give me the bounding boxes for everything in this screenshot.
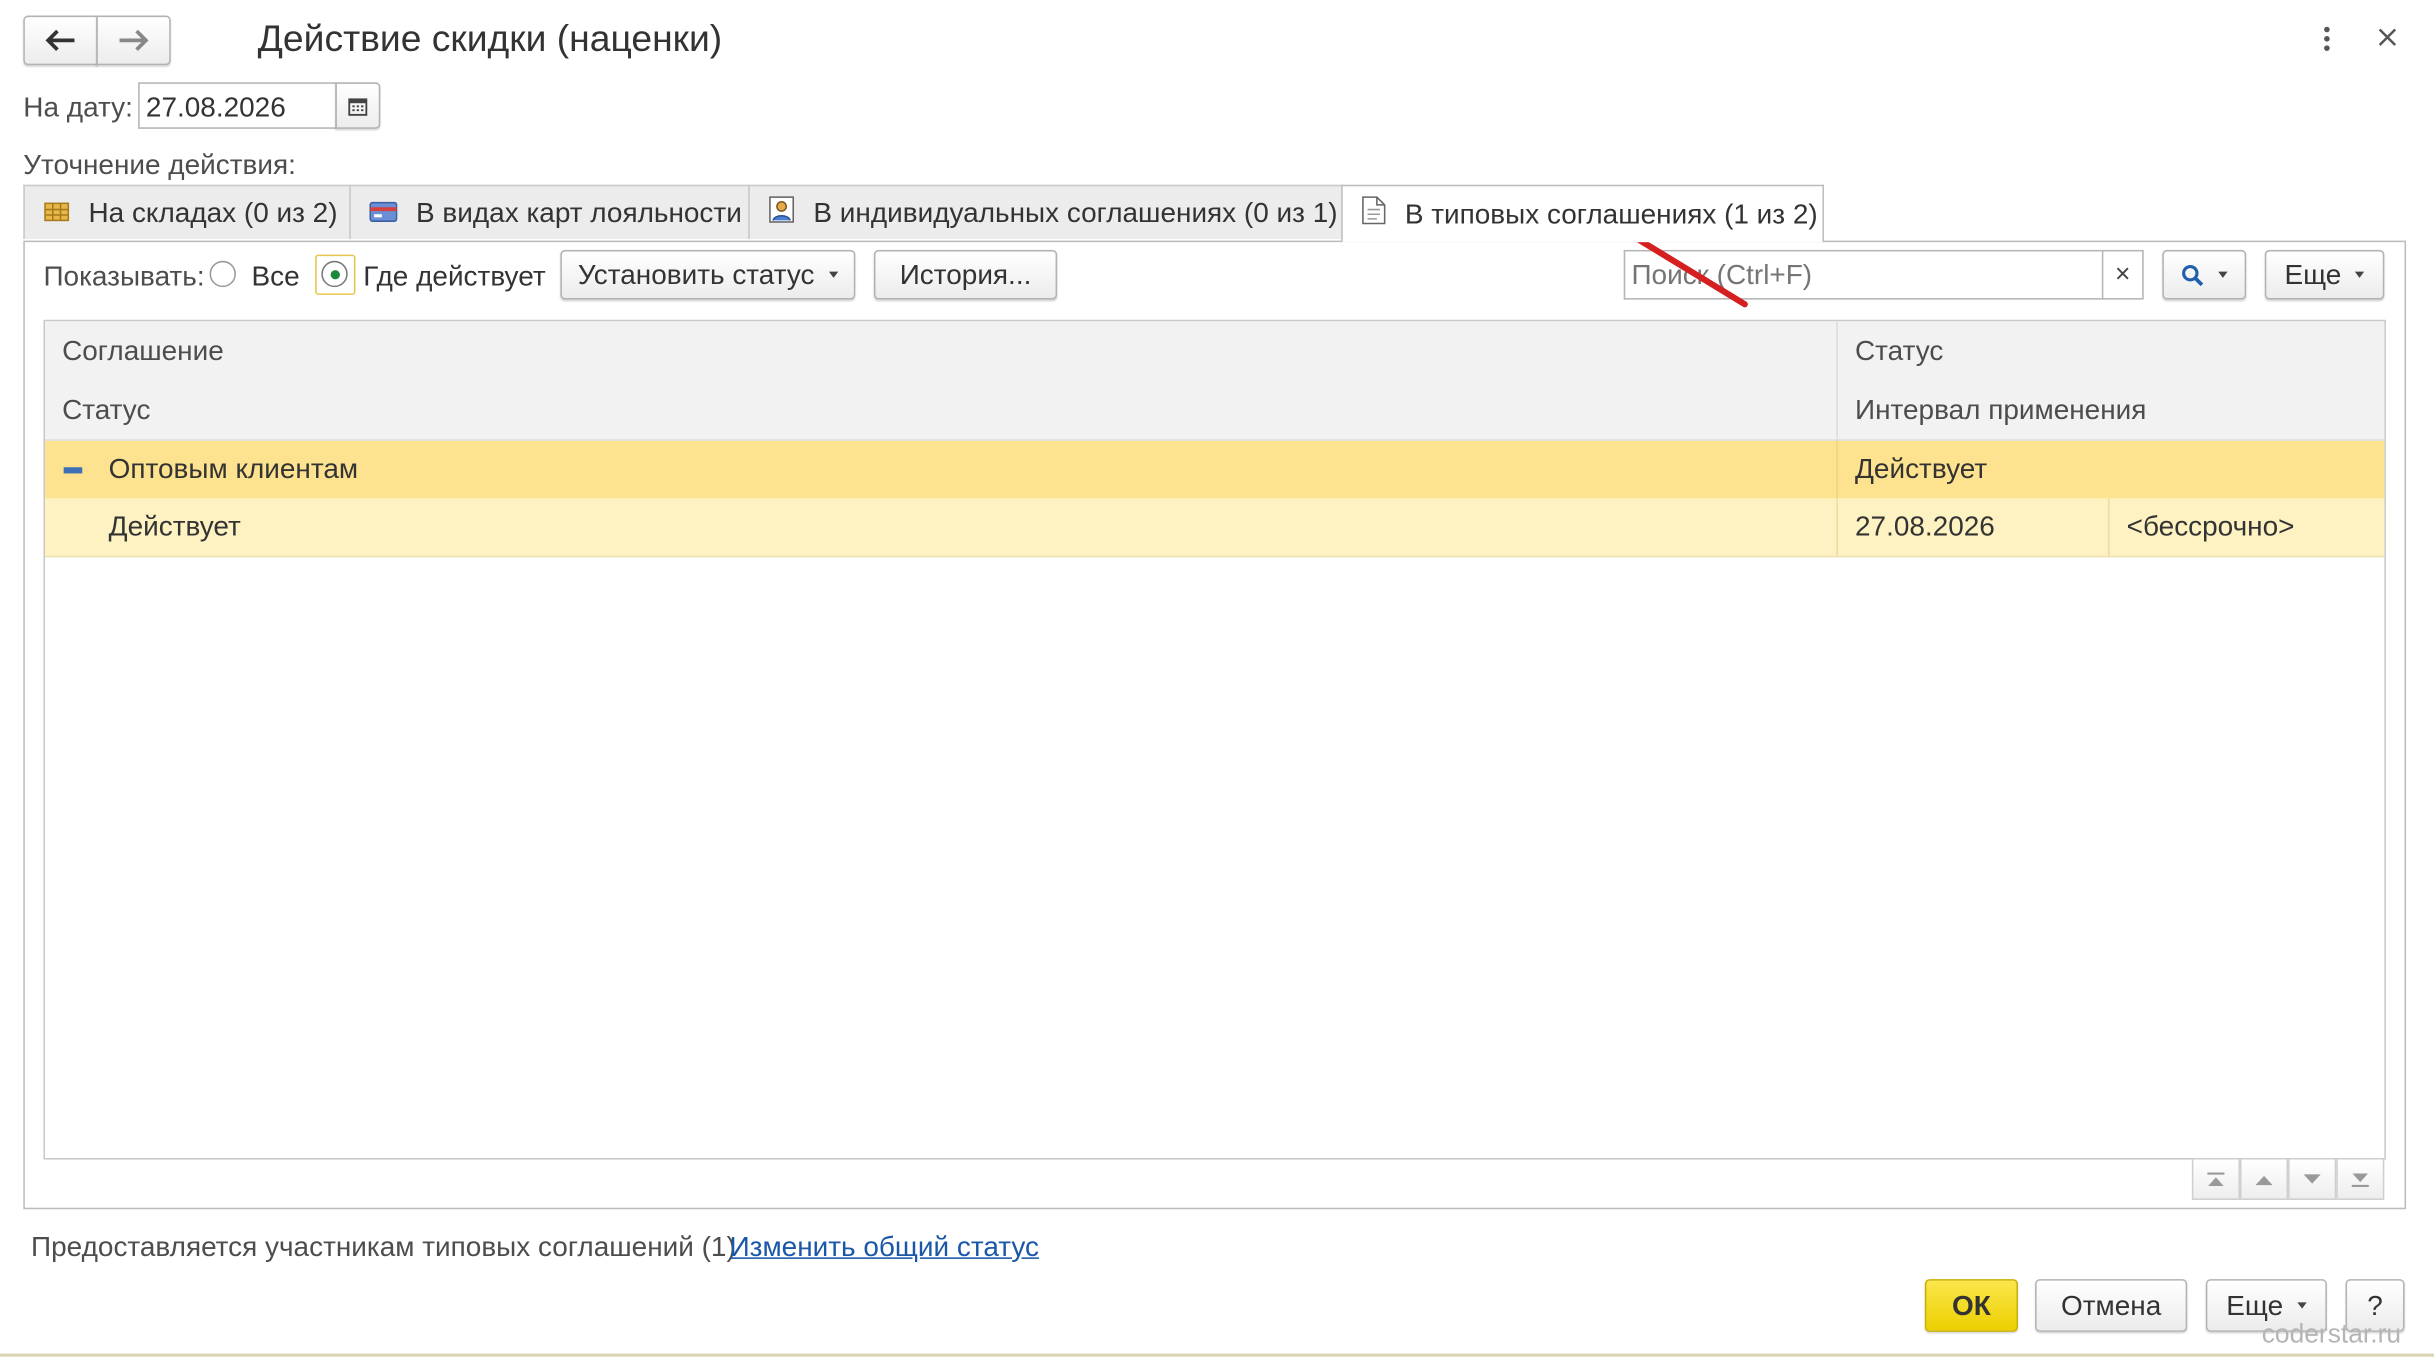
help-label: ? (2367, 1289, 2383, 1321)
group-status: Действует (1854, 453, 1988, 485)
tab-typical-agreements[interactable]: В типовых соглашениях (1 из 2) (1341, 184, 1824, 243)
toolbar-more-button[interactable]: Еще (2264, 249, 2385, 300)
date-value: 27.08.2026 (145, 91, 286, 123)
group-name: Оптовым клиентам (108, 453, 359, 485)
chevron-down-icon (2297, 1302, 2307, 1309)
cancel-label: Отмена (2060, 1289, 2162, 1321)
close-icon[interactable] (2375, 25, 2400, 50)
watermark-text: coderstar.ru (2261, 1319, 2402, 1349)
history-button[interactable]: История... (873, 249, 1058, 300)
chevron-down-icon (2218, 271, 2228, 278)
radio-active[interactable] (321, 260, 348, 288)
back-button[interactable] (23, 15, 98, 66)
calendar-button[interactable] (335, 82, 381, 129)
collapse-group-icon[interactable] (63, 466, 83, 473)
radio-all[interactable] (209, 260, 236, 288)
calendar-icon (348, 97, 368, 116)
arrow-down-icon (2303, 1173, 2321, 1183)
history-label: История... (899, 258, 1032, 290)
bottom-border (0, 1353, 2434, 1357)
chevron-down-icon (2355, 271, 2365, 278)
set-status-label: Установить статус (577, 258, 815, 290)
refinement-label: Уточнение действия: (23, 149, 296, 181)
detail-date-from: 27.08.2026 (1838, 498, 2110, 556)
toolbar-more-label: Еще (2284, 258, 2342, 290)
window-title: Действие скидки (наценки) (257, 18, 723, 61)
forward-button[interactable] (96, 15, 171, 66)
change-status-link[interactable]: Изменить общий статус (730, 1231, 1039, 1264)
chevron-down-icon (828, 271, 838, 278)
cancel-button[interactable]: Отмена (2035, 1279, 2188, 1332)
table-header-row-2: Статус Интервал применения (45, 380, 2385, 441)
radio-dot (329, 269, 340, 279)
detail-date-to: <бессрочно> (2126, 510, 2295, 542)
arrow-last-icon (2351, 1172, 2369, 1187)
set-status-button[interactable]: Установить статус (560, 249, 856, 300)
arrow-right-icon (119, 29, 149, 51)
ok-label: ОК (1952, 1289, 1991, 1321)
move-up-button[interactable] (2239, 1158, 2289, 1200)
tab-loyalty-cards[interactable]: В видах карт лояльности (349, 184, 750, 240)
search-options-button[interactable] (2162, 249, 2247, 300)
header-interval[interactable]: Интервал применения (1838, 380, 2384, 439)
header-status[interactable]: Статус (1838, 321, 2384, 380)
radio-all-label: Все (251, 260, 300, 292)
move-down-button[interactable] (2288, 1158, 2337, 1200)
tab-warehouses[interactable]: На складах (0 из 2) (23, 184, 351, 240)
person-agreement-icon (768, 195, 795, 231)
date-label: На дату: (23, 91, 133, 123)
table-header-row-1: Соглашение Статус (45, 321, 2385, 382)
arrow-left-icon (45, 29, 75, 51)
arrow-up-icon (2255, 1175, 2273, 1185)
more-actions-icon[interactable] (2314, 25, 2339, 56)
move-first-button[interactable] (2191, 1158, 2240, 1200)
ok-button[interactable]: ОК (1924, 1279, 2018, 1332)
search-icon (2182, 264, 2204, 286)
radio-active-label: Где действует (363, 260, 546, 292)
move-last-button[interactable] (2336, 1158, 2385, 1200)
header-agreement[interactable]: Соглашение (45, 321, 1838, 381)
more-label: Еще (2226, 1289, 2284, 1321)
close-icon: × (2115, 259, 2131, 289)
table-row[interactable]: Оптовым клиентам Действует (45, 440, 2385, 500)
document-icon (1361, 196, 1386, 233)
tab-label: В типовых соглашениях (1 из 2) (1404, 197, 1818, 229)
arrow-first-icon (2207, 1171, 2225, 1186)
tab-label: В видах карт лояльности (416, 196, 742, 228)
tab-label: На складах (0 из 2) (88, 196, 338, 228)
detail-status: Действует (45, 498, 1838, 556)
show-label: Показывать: (43, 260, 205, 292)
warehouse-icon (43, 196, 70, 229)
search-clear-button[interactable]: × (2101, 249, 2144, 300)
table-row[interactable]: Действует 27.08.2026 <бессрочно> (45, 498, 2385, 558)
tab-label: В индивидуальных соглашениях (0 из 1) (813, 196, 1338, 228)
loyalty-card-icon (369, 196, 398, 229)
tab-individual-agreements[interactable]: В индивидуальных соглашениях (0 из 1) (748, 184, 1343, 240)
footer-info-text: Предоставляется участникам типовых согла… (31, 1230, 736, 1263)
date-input[interactable]: 27.08.2026 (138, 82, 337, 129)
header-status-2[interactable]: Статус (45, 380, 1838, 440)
